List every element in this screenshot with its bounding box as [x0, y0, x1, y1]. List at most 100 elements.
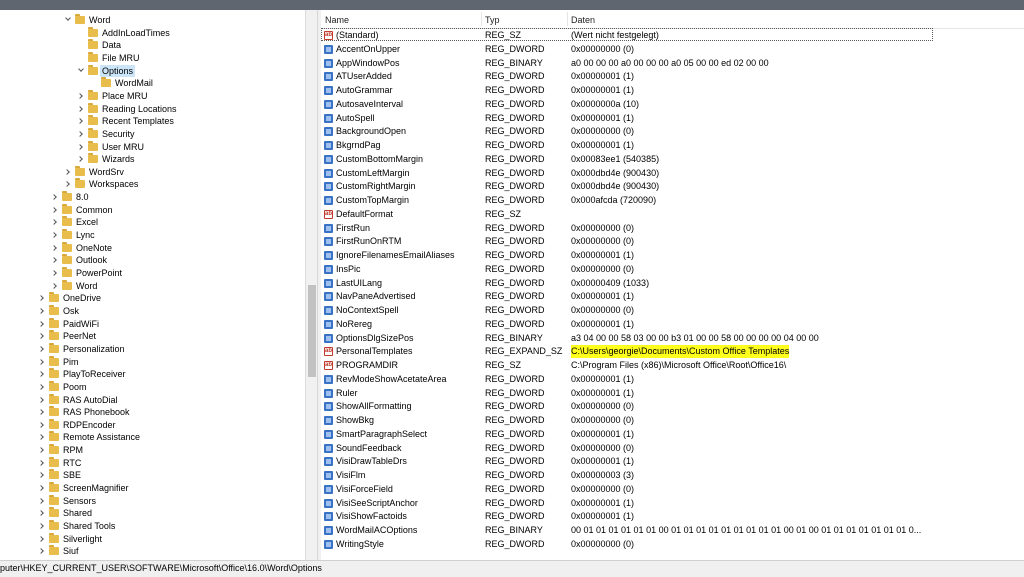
value-row[interactable]: WritingStyle REG_DWORD 0x00000000 (0): [321, 538, 1024, 551]
tree-node[interactable]: Outlook: [0, 254, 300, 266]
tree-node[interactable]: Remote Assistance: [0, 431, 300, 443]
chevron-right-icon[interactable]: [77, 115, 85, 127]
chevron-right-icon[interactable]: [51, 229, 59, 241]
tree-node[interactable]: OneDrive: [0, 292, 300, 304]
tree-node[interactable]: RTC: [0, 456, 300, 469]
value-row[interactable]: ShowAllFormatting REG_DWORD 0x00000000 (0): [321, 400, 1024, 413]
value-row[interactable]: AutoSpell REG_DWORD 0x00000001 (1): [321, 112, 1024, 125]
chevron-right-icon[interactable]: [38, 330, 46, 342]
value-row[interactable]: OptionsDlgSizePos REG_BINARY a3 04 00 00 5…: [321, 332, 1024, 345]
tree-node[interactable]: AddInLoadTimes: [0, 26, 300, 39]
value-row[interactable]: ATUserAdded REG_DWORD 0x00000001 (1): [321, 70, 1024, 83]
chevron-right-icon[interactable]: [38, 482, 46, 494]
value-row[interactable]: SoundFeedback REG_DWORD 0x00000000 (0): [321, 442, 1024, 455]
value-row[interactable]: VisiDrawTableDrs REG_DWORD 0x00000001 (1): [321, 455, 1024, 468]
chevron-right-icon[interactable]: [38, 495, 46, 507]
chevron-right-icon[interactable]: [38, 368, 46, 380]
value-row[interactable]: FirstRun REG_DWORD 0x00000000 (0): [321, 222, 1024, 235]
tree-node[interactable]: Excel: [0, 216, 300, 228]
chevron-right-icon[interactable]: [51, 254, 59, 266]
tree-node[interactable]: RAS Phonebook: [0, 406, 300, 418]
chevron-right-icon[interactable]: [38, 292, 46, 304]
value-row[interactable]: AutoGrammar REG_DWORD 0x00000001 (1): [321, 84, 1024, 97]
chevron-right-icon[interactable]: [38, 356, 46, 368]
tree-node[interactable]: OneNote: [0, 241, 300, 254]
tree-node[interactable]: Sensors: [0, 494, 300, 507]
value-row[interactable]: SmartParagraphSelect REG_DWORD 0x00000001 …: [321, 428, 1024, 441]
tree-node[interactable]: Osk: [0, 304, 300, 317]
value-row[interactable]: FirstRunOnRTM REG_DWORD 0x00000000 (0): [321, 235, 1024, 248]
value-row[interactable]: CustomRightMargin REG_DWORD 0x000dbd4e (90…: [321, 180, 1024, 193]
tree-node[interactable]: Siuf: [0, 545, 300, 557]
tree-node[interactable]: PeerNet: [0, 330, 300, 342]
chevron-right-icon[interactable]: [51, 267, 59, 279]
chevron-right-icon[interactable]: [38, 406, 46, 418]
tree-node[interactable]: PowerPoint: [0, 267, 300, 279]
chevron-down-icon[interactable]: [77, 65, 85, 77]
tree-node[interactable]: Data: [0, 39, 300, 51]
chevron-right-icon[interactable]: [38, 469, 46, 481]
tree-node[interactable]: RDPEncoder: [0, 418, 300, 431]
tree-node[interactable]: Common: [0, 203, 300, 216]
chevron-right-icon[interactable]: [38, 394, 46, 406]
chevron-right-icon[interactable]: [51, 216, 59, 228]
value-row[interactable]: PersonalTemplates REG_EXPAND_SZ C:\Users\g…: [321, 345, 1024, 359]
chevron-right-icon[interactable]: [38, 318, 46, 330]
chevron-right-icon[interactable]: [77, 103, 85, 115]
tree-node[interactable]: Pim: [0, 355, 300, 368]
tree-node[interactable]: Security: [0, 127, 300, 140]
tree-node[interactable]: PaidWiFi: [0, 317, 300, 330]
value-row[interactable]: AppWindowPos REG_BINARY a0 00 00 00 a0 00 …: [321, 57, 1024, 70]
value-row[interactable]: RevModeShowAcetateArea REG_DWORD 0x0000000…: [321, 373, 1024, 386]
chevron-right-icon[interactable]: [38, 533, 46, 545]
tree-node[interactable]: Recent Templates: [0, 115, 300, 127]
column-header-name[interactable]: Name: [321, 10, 483, 28]
tree-node[interactable]: Workspaces: [0, 178, 300, 190]
tree-node[interactable]: Wizards: [0, 153, 300, 165]
value-row[interactable]: ShowBkg REG_DWORD 0x00000000 (0): [321, 414, 1024, 427]
tree-node[interactable]: Poom: [0, 380, 300, 393]
registry-values-list[interactable]: Name Typ Daten (Standard)REG_SZ(Wert nic…: [321, 10, 1024, 560]
value-row[interactable]: InsPic REG_DWORD 0x00000000 (0): [321, 263, 1024, 276]
chevron-right-icon[interactable]: [77, 90, 85, 102]
value-row[interactable]: NoRereg REG_DWORD 0x00000001 (1): [321, 318, 1024, 331]
tree-node[interactable]: PlayToReceiver: [0, 368, 300, 380]
tree-node[interactable]: User MRU: [0, 140, 300, 153]
value-row[interactable]: NavPaneAdvertised REG_DWORD 0x00000001 (1): [321, 290, 1024, 303]
value-row[interactable]: BkgrndPag REG_DWORD 0x00000001 (1): [321, 139, 1024, 152]
chevron-right-icon[interactable]: [38, 419, 46, 431]
chevron-right-icon[interactable]: [51, 280, 59, 292]
chevron-right-icon[interactable]: [77, 153, 85, 165]
value-row[interactable]: VisiSeeScriptAnchor REG_DWORD 0x00000001 (…: [321, 497, 1024, 510]
chevron-down-icon[interactable]: [64, 14, 72, 26]
chevron-right-icon[interactable]: [38, 545, 46, 557]
chevron-right-icon[interactable]: [38, 444, 46, 456]
value-row[interactable]: CustomTopMargin REG_DWORD 0x000afcda (7200…: [321, 194, 1024, 207]
tree-node[interactable]: Place MRU: [0, 89, 300, 102]
tree-node[interactable]: Shared Tools: [0, 520, 300, 532]
value-row[interactable]: LastUILang REG_DWORD 0x00000409 (1033): [321, 277, 1024, 290]
tree-node[interactable]: 8.0: [0, 191, 300, 203]
value-row[interactable]: PROGRAMDIR REG_SZ C:\Program Files (x86)\M…: [321, 359, 1024, 372]
tree-node[interactable]: Options: [0, 64, 300, 77]
value-row[interactable]: AccentOnUpper REG_DWORD 0x00000000 (0): [321, 43, 1024, 56]
value-row[interactable]: CustomBottomMargin REG_DWORD 0x00083ee1 (5…: [321, 153, 1024, 166]
chevron-right-icon[interactable]: [51, 204, 59, 216]
tree-node[interactable]: RAS AutoDial: [0, 393, 300, 406]
value-row[interactable]: AutosaveInterval REG_DWORD 0x0000000a (10): [321, 98, 1024, 111]
chevron-right-icon[interactable]: [77, 128, 85, 140]
tree-node[interactable]: ScreenMagnifier: [0, 482, 300, 494]
tree-node[interactable]: Word: [0, 14, 300, 26]
chevron-right-icon[interactable]: [38, 343, 46, 355]
chevron-right-icon[interactable]: [38, 305, 46, 317]
tree-node[interactable]: WordMail: [0, 77, 300, 89]
tree-node[interactable]: RPM: [0, 444, 300, 456]
chevron-right-icon[interactable]: [38, 381, 46, 393]
value-row[interactable]: IgnoreFilenamesEmailAliases REG_DWORD 0x00…: [321, 249, 1024, 262]
chevron-right-icon[interactable]: [38, 431, 46, 443]
value-row[interactable]: WordMailACOptions REG_BINARY 00 01 01 01 0…: [321, 524, 1024, 537]
chevron-right-icon[interactable]: [38, 507, 46, 519]
value-row[interactable]: NoContextSpell REG_DWORD 0x00000000 (0): [321, 304, 1024, 317]
value-row[interactable]: DefaultFormat REG_SZ: [321, 208, 1024, 221]
value-row[interactable]: VisiForceField REG_DWORD 0x00000000 (0): [321, 483, 1024, 496]
